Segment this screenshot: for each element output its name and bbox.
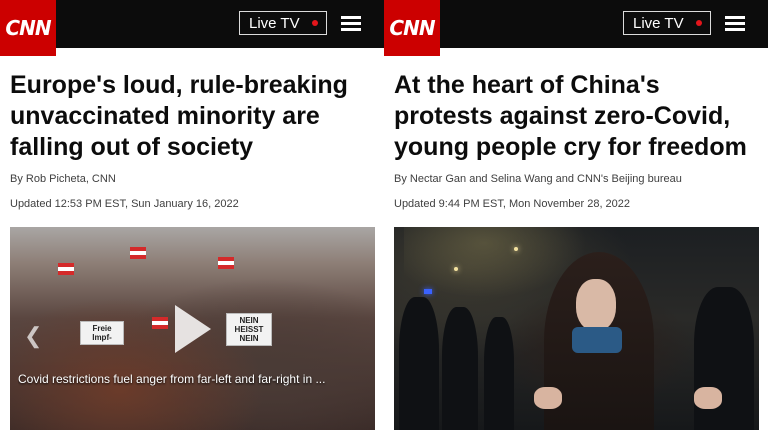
flag-icon (218, 257, 234, 269)
silhouette-figure (484, 317, 514, 430)
flag-icon (130, 247, 146, 259)
top-nav-bar: Live TV (384, 0, 768, 48)
reporter-hand (694, 387, 722, 409)
live-tv-button[interactable]: Live TV (623, 11, 711, 35)
protest-sign: NEIN HEISST NEIN (226, 313, 272, 346)
cnn-logo[interactable]: CNN (0, 0, 56, 56)
live-tv-label: Live TV (249, 14, 300, 32)
play-icon[interactable] (175, 305, 211, 353)
silhouette-figure (442, 307, 478, 430)
live-indicator-icon (695, 20, 702, 26)
article-updated-timestamp: Updated 9:44 PM EST, Mon November 28, 20… (394, 198, 631, 210)
chevron-left-icon[interactable]: ❮ (24, 323, 42, 349)
video-caption: Covid restrictions fuel anger from far-l… (18, 372, 326, 386)
silhouette-figure (399, 297, 439, 430)
police-light (424, 289, 432, 294)
hamburger-menu-icon[interactable] (725, 16, 745, 31)
flag-icon (58, 263, 74, 275)
top-nav-bar: Live TV (0, 0, 384, 48)
live-indicator-icon (311, 20, 318, 26)
flag-icon (152, 317, 168, 329)
street-light (454, 267, 458, 271)
video-player[interactable]: Freie Impf- NEIN HEISST NEIN ❮ Covid res… (10, 227, 375, 430)
article-headline: At the heart of China's protests against… (394, 71, 747, 161)
reporter-scarf (572, 327, 622, 353)
article-panel-right: Live TV CNN At the heart of China's prot… (384, 0, 768, 433)
article-byline: By Nectar Gan and Selina Wang and CNN's … (394, 173, 682, 185)
live-tv-button[interactable]: Live TV (239, 11, 327, 35)
live-tv-label: Live TV (633, 14, 684, 32)
article-byline: By Rob Picheta, CNN (10, 173, 116, 185)
cnn-logo[interactable]: CNN (384, 0, 440, 56)
protest-sign: Freie Impf- (80, 321, 124, 345)
video-player[interactable] (394, 227, 759, 430)
hamburger-menu-icon[interactable] (341, 16, 361, 31)
article-updated-timestamp: Updated 12:53 PM EST, Sun January 16, 20… (10, 198, 239, 210)
reporter-hand (534, 387, 562, 409)
reporter-face (576, 279, 616, 331)
article-headline: Europe's loud, rule-breaking unvaccinate… (10, 71, 348, 161)
article-panel-left: Live TV CNN Europe's loud, rule-breaking… (0, 0, 384, 433)
street-light (514, 247, 518, 251)
